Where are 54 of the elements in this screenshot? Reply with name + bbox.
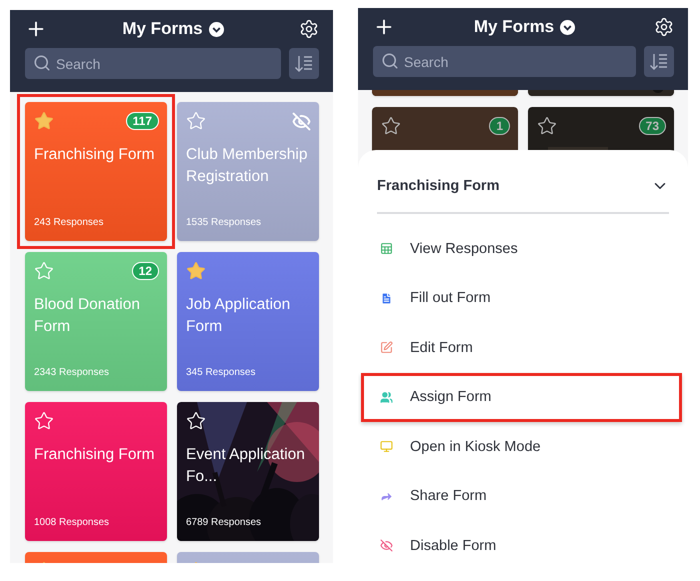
response-count: 345 Responses <box>185 367 256 380</box>
settings-icon[interactable] <box>654 17 674 37</box>
menu-item-label: Open in Kiosk Mode <box>410 438 541 455</box>
search-field[interactable]: Search <box>373 46 636 77</box>
star-icon[interactable] <box>186 261 206 281</box>
response-count: 1008 Responses <box>33 517 110 530</box>
star-icon[interactable] <box>34 111 54 131</box>
form-card[interactable]: 117 Franchising Form 243 Responses <box>25 102 167 241</box>
edit-icon <box>380 341 393 354</box>
form-card[interactable]: Franchising Form 1008 Responses <box>25 402 167 541</box>
form-card[interactable]: Job Application Form 345 Responses <box>177 252 319 391</box>
document-icon <box>380 292 393 305</box>
sort-button[interactable] <box>644 46 674 77</box>
form-title: Franchising Form <box>33 445 156 465</box>
form-title: Event Application Fo... <box>185 445 306 487</box>
monitor-icon <box>380 440 393 454</box>
response-count: 243 Responses <box>33 217 104 230</box>
response-count: 2343 Responses <box>33 367 110 380</box>
sort-button[interactable] <box>289 48 319 79</box>
form-title: Blood Donation Form <box>33 295 141 337</box>
menu-item[interactable]: Assign Form <box>361 372 682 422</box>
response-count-badge: 117 <box>126 112 159 130</box>
form-title: Club Membership Registration <box>185 145 308 187</box>
menu-item-label: Disable Form <box>410 538 496 554</box>
sort-icon <box>294 54 314 74</box>
menu-item-label: Fill out Form <box>410 290 491 306</box>
menu-item-label: Share Form <box>410 488 487 504</box>
menu-item[interactable]: Fill out Form <box>361 274 682 323</box>
form-title: Job Application Form <box>185 295 292 337</box>
sort-icon <box>649 52 669 72</box>
dropdown-icon[interactable] <box>208 22 224 36</box>
menu-item-label: Assign Form <box>410 389 492 406</box>
search-icon <box>33 54 51 72</box>
response-count: 6789 Responses <box>185 517 262 530</box>
menu-item[interactable]: Disable Form <box>361 521 682 563</box>
menu-item[interactable]: Edit Form <box>361 323 682 372</box>
search-icon <box>381 52 399 70</box>
search-field[interactable]: Search <box>25 48 281 79</box>
dropdown-icon[interactable] <box>560 20 576 34</box>
response-count: 1535 Responses <box>185 217 262 230</box>
sheet-title: Franchising Form <box>377 178 500 194</box>
settings-icon[interactable] <box>298 19 319 39</box>
users-icon <box>380 390 393 404</box>
eye-off-icon <box>380 539 393 552</box>
menu-item[interactable]: Share Form <box>361 472 682 521</box>
menu-item[interactable]: Open in Kiosk Mode <box>361 422 682 472</box>
menu-item-label: View Responses <box>410 240 518 257</box>
form-title: Franchising Form <box>33 145 156 165</box>
menu-item[interactable]: View Responses <box>361 224 682 274</box>
menu-item-label: Edit Form <box>410 340 473 356</box>
screen-title: My Forms <box>122 19 203 39</box>
screen-title: My Forms <box>474 17 554 37</box>
table-icon <box>380 242 393 256</box>
response-count-badge: 12 <box>132 262 159 280</box>
